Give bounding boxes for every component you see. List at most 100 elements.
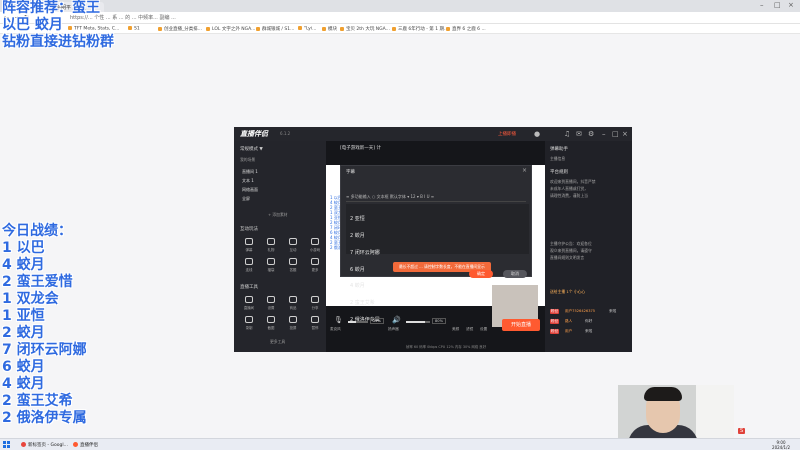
browser-tab-bar: 中屏 平明平 / 高位 – □ × bbox=[0, 0, 800, 12]
settings-button[interactable]: 设置 bbox=[480, 327, 487, 332]
maximize-icon[interactable]: □ bbox=[612, 130, 619, 138]
beauty-button[interactable]: 美颜 bbox=[452, 327, 459, 332]
interact-item[interactable]: 互动 bbox=[284, 238, 302, 252]
confirm-button[interactable]: 确定 bbox=[469, 270, 493, 278]
text-format-toolbar[interactable]: ≡ 多功能输入 ○ 文本框 默认字体 ▾ 12 ▾ B I U ≡ bbox=[346, 194, 526, 202]
add-source-button[interactable]: + 添加素材 bbox=[268, 212, 288, 218]
subtitle-editor[interactable]: 2 亚恒 2 蛟月 7 闭环云阿娜 6 蛟月 4 蛟月 2 蛮王艾希 2 俄洛伊… bbox=[346, 204, 529, 322]
close-icon[interactable]: × bbox=[788, 1, 794, 9]
overlay-recommend: 阵容推荐：蛮王 bbox=[2, 0, 100, 16]
scene-mode-select[interactable]: 常规模式 ▼ bbox=[240, 146, 263, 152]
windows-start-icon[interactable] bbox=[3, 441, 11, 449]
bookmark-item[interactable]: "Lyi... bbox=[298, 26, 316, 32]
mic-volume-slider[interactable] bbox=[348, 321, 368, 323]
tool-item[interactable]: 截图 bbox=[262, 316, 280, 330]
filter-button[interactable]: 滤镜 bbox=[466, 327, 473, 332]
bookmark-item[interactable]: S1 bbox=[128, 26, 140, 32]
subtitle-dialog: 字幕 × ≡ 多功能输入 ○ 文本框 默认字体 ▾ 12 ▾ B I U ≡ 2… bbox=[340, 165, 532, 322]
record-item: 7 闭环云阿娜 bbox=[2, 342, 87, 358]
bookmark-item[interactable]: 宝贝 2th 大玩 NGA... bbox=[340, 26, 390, 32]
minimize-icon[interactable]: – bbox=[602, 130, 606, 138]
tray-badge-icon[interactable]: S bbox=[738, 428, 746, 434]
tool-icon bbox=[267, 316, 275, 323]
dialog-title: 字幕 bbox=[346, 170, 355, 175]
maximize-icon[interactable]: □ bbox=[774, 1, 781, 9]
avatar-icon[interactable]: ● bbox=[534, 130, 540, 138]
bookmark-item[interactable]: 直界 6 之鹿 6 ... bbox=[446, 26, 486, 32]
interact-item[interactable]: 更多 bbox=[306, 258, 324, 272]
taskbar-item-live[interactable]: 直播伴侣 bbox=[70, 440, 101, 450]
bookmark-item[interactable]: 三鹿 6年行动 - 第 1 期... bbox=[392, 26, 448, 32]
tool-icon bbox=[311, 316, 319, 323]
address-bar[interactable]: ← → ↻ https://... 个性 ... 系 ... 的 ... 中频率… bbox=[0, 12, 800, 24]
editor-text: 2 亚恒 2 蛟月 7 闭环云阿娜 6 蛟月 4 蛟月 2 蛮王艾希 2 俄洛伊… bbox=[350, 216, 380, 323]
tool-item[interactable]: 投屏 bbox=[284, 316, 302, 330]
interact-icon bbox=[311, 258, 319, 265]
settings-icon[interactable]: ⚙ bbox=[588, 130, 594, 138]
rules-title: 平台规则 bbox=[550, 170, 568, 175]
bookmark-item[interactable]: 创业直播_分类排... bbox=[158, 26, 202, 32]
taskbar-item-chrome[interactable]: 新标签页 - Googl... bbox=[18, 440, 71, 450]
record-item: 2 蛮王艾希 bbox=[2, 393, 73, 409]
mic-volume-value: 39% bbox=[370, 318, 384, 324]
right-panel: 弹幕助手 主播信息 平台规则 欢迎来到直播间，抖音严禁 未成年人直播或打赏， 请… bbox=[545, 141, 632, 352]
stream-title[interactable]: [电子游戏新一天] 计 bbox=[340, 145, 381, 151]
bookmark-item[interactable]: LOL 文字之外 NGA... bbox=[206, 26, 255, 32]
tool-item[interactable]: 暂停 bbox=[306, 316, 324, 330]
bookmark-item[interactable]: TFT Meta, Stats, C... bbox=[68, 26, 119, 32]
interact-item[interactable]: 答题 bbox=[284, 258, 302, 272]
tool-item[interactable]: 分享 bbox=[306, 296, 324, 310]
live-status[interactable]: 上播即播 bbox=[498, 131, 516, 137]
more-tools-button[interactable]: 更多工具 bbox=[270, 339, 285, 345]
record-item: 6 蛟月 bbox=[2, 359, 45, 375]
tool-item[interactable]: 录制 bbox=[240, 316, 258, 330]
message-icon[interactable]: ✉ bbox=[576, 130, 582, 138]
tool-icon bbox=[311, 296, 319, 303]
speaker-icon[interactable]: 🔊 bbox=[392, 316, 401, 324]
interact-icon bbox=[311, 238, 319, 245]
interact-item[interactable]: 连线 bbox=[240, 258, 258, 272]
mic-icon[interactable]: 🎙 bbox=[334, 316, 343, 324]
interact-item[interactable]: 弹幕 bbox=[240, 238, 258, 252]
fan-badge: 粉丝 bbox=[550, 319, 560, 324]
interact-item[interactable]: 礼物 bbox=[262, 238, 280, 252]
chat-username[interactable]: 路人 bbox=[565, 319, 572, 324]
left-panel: 常规模式 ▼ 我的场景 直播间 1 文本 1 网络画面 全屏 + 添加素材 互动… bbox=[234, 141, 326, 352]
speaker-volume-value: 80% bbox=[432, 318, 446, 324]
barrage-header: 弹幕助手 bbox=[550, 147, 568, 152]
scene-item[interactable]: 网络画面 bbox=[242, 187, 258, 193]
chat-message: 来啦 bbox=[609, 309, 617, 313]
system-clock[interactable]: 9:00 2024/1/2 bbox=[772, 440, 790, 450]
close-icon[interactable]: × bbox=[622, 130, 628, 138]
cancel-button[interactable]: 取消 bbox=[503, 270, 527, 278]
record-item: 4 蛟月 bbox=[2, 376, 45, 392]
tool-icon bbox=[289, 316, 297, 323]
interact-icon bbox=[267, 258, 275, 265]
headset-icon[interactable]: ♫ bbox=[564, 130, 570, 138]
scene-item[interactable]: 文本 1 bbox=[242, 178, 254, 184]
minimize-icon[interactable]: – bbox=[760, 1, 764, 9]
scene-item[interactable]: 直播间 1 bbox=[242, 169, 258, 175]
preview-canvas[interactable]: 1 以巴 4 蛟月 2 蛮王爱惜 1 双龙会 1 亚恒 2 蛟月 7 闭环云阿娜… bbox=[326, 165, 545, 327]
scene-item[interactable]: 全屏 bbox=[242, 196, 250, 202]
speaker-label: 扬声器 bbox=[388, 327, 399, 331]
bookmark-item[interactable]: 模块 bbox=[322, 26, 337, 32]
fan-badge: 粉丝 bbox=[550, 329, 560, 334]
bookmark-item[interactable]: 群城银城 / S1... bbox=[256, 26, 294, 32]
chat-message: 你好 bbox=[585, 319, 593, 323]
tool-item[interactable]: 商品 bbox=[284, 296, 302, 310]
interact-title: 互动玩法 bbox=[240, 227, 258, 232]
interact-item[interactable]: 福袋 bbox=[262, 258, 280, 272]
app-titlebar: 直播伴侣 6.1.2 上播即播 ● ♫ ✉ ⚙ – □ × bbox=[234, 127, 632, 141]
chat-username[interactable]: 用户7526426375 bbox=[565, 309, 595, 314]
anchor-info[interactable]: 主播信息 bbox=[550, 156, 565, 162]
chat-username[interactable]: 用户 bbox=[565, 329, 572, 334]
start-live-button[interactable]: 开始直播 bbox=[502, 319, 540, 331]
tool-item[interactable]: 直播间 bbox=[240, 296, 258, 310]
overlay-line3: 钻粉直接进钻粉群 bbox=[2, 34, 114, 50]
tool-item[interactable]: 设置 bbox=[262, 296, 280, 310]
close-icon[interactable]: × bbox=[522, 167, 527, 174]
speaker-volume-slider[interactable] bbox=[406, 321, 430, 323]
interact-item[interactable]: 小游戏 bbox=[306, 238, 324, 252]
notice-line: 观众来到直播间，请遵守 bbox=[550, 248, 592, 253]
